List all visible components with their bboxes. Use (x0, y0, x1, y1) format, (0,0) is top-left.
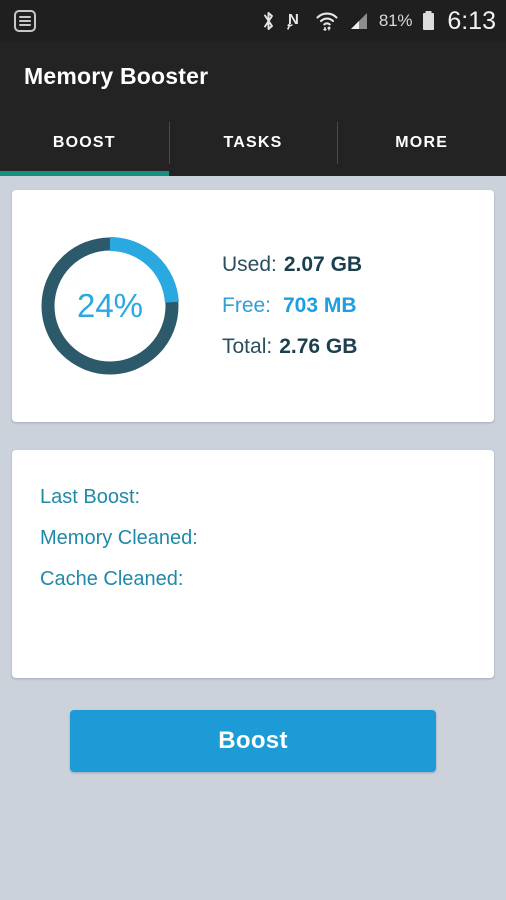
nfc-icon: N (285, 10, 306, 32)
memory-percent-label: 24% (76, 287, 144, 324)
status-bar-right: N 81% 6:13 (261, 7, 496, 36)
memory-cleaned-label: Memory Cleaned: (40, 527, 198, 549)
memory-stat-free: Free: 703 MB (222, 294, 362, 318)
cache-cleaned-label: Cache Cleaned: (40, 568, 184, 590)
boost-history-card: Last Boost: Memory Cleaned: Cache Cleane… (12, 450, 494, 678)
status-bar: N 81% 6:13 (0, 0, 506, 42)
memory-stat-total: Total: 2.76 GB (222, 335, 362, 359)
list-notification-icon (14, 10, 36, 32)
memory-usage-card: 24% Used: 2.07 GB Free: 703 MB Total: 2.… (12, 190, 494, 422)
cellular-signal-icon (348, 10, 370, 32)
memory-stat-free-key: Free: (222, 294, 272, 317)
tab-boost-label: BOOST (52, 134, 116, 151)
wifi-icon (315, 10, 339, 32)
bluetooth-icon (261, 10, 276, 32)
tab-tasks-label: TASKS (223, 134, 283, 151)
status-bar-clock: 6:13 (447, 6, 496, 35)
memory-stat-used: Used: 2.07 GB (222, 253, 362, 277)
memory-stat-free-value: 703 MB (283, 294, 357, 317)
memory-stat-total-key: Total: (222, 335, 273, 358)
tab-bar: BOOST TASKS MORE (0, 110, 506, 176)
boost-button-container: Boost (12, 710, 494, 772)
memory-donut-chart: 24% (34, 230, 186, 382)
content-area: 24% Used: 2.07 GB Free: 703 MB Total: 2.… (0, 176, 506, 772)
tab-tasks[interactable]: TASKS (168, 110, 338, 176)
boost-button[interactable]: Boost (70, 710, 436, 772)
app-header-bar: Memory Booster (0, 42, 506, 110)
status-bar-left (14, 10, 261, 32)
memory-stat-used-key: Used: (222, 253, 277, 276)
memory-cleaned-row: Memory Cleaned: (40, 527, 494, 550)
cache-cleaned-row: Cache Cleaned: (40, 568, 494, 591)
app-screen: N 81% 6:13 Memory Booster BOOST TASKS MO… (0, 0, 506, 900)
memory-stat-total-value: 2.76 GB (279, 335, 358, 358)
last-boost-row: Last Boost: (40, 486, 494, 509)
tab-more-label: MORE (395, 134, 449, 151)
battery-percent-label: 81% (378, 11, 413, 30)
app-title: Memory Booster (24, 62, 209, 89)
memory-stat-used-value: 2.07 GB (283, 253, 363, 276)
battery-icon (421, 10, 436, 32)
active-tab-indicator (0, 171, 169, 176)
last-boost-label: Last Boost: (40, 486, 141, 508)
tab-boost[interactable]: BOOST (0, 110, 169, 176)
memory-stats-list: Used: 2.07 GB Free: 703 MB Total: 2.76 G… (222, 253, 362, 359)
tab-more[interactable]: MORE (337, 110, 506, 176)
